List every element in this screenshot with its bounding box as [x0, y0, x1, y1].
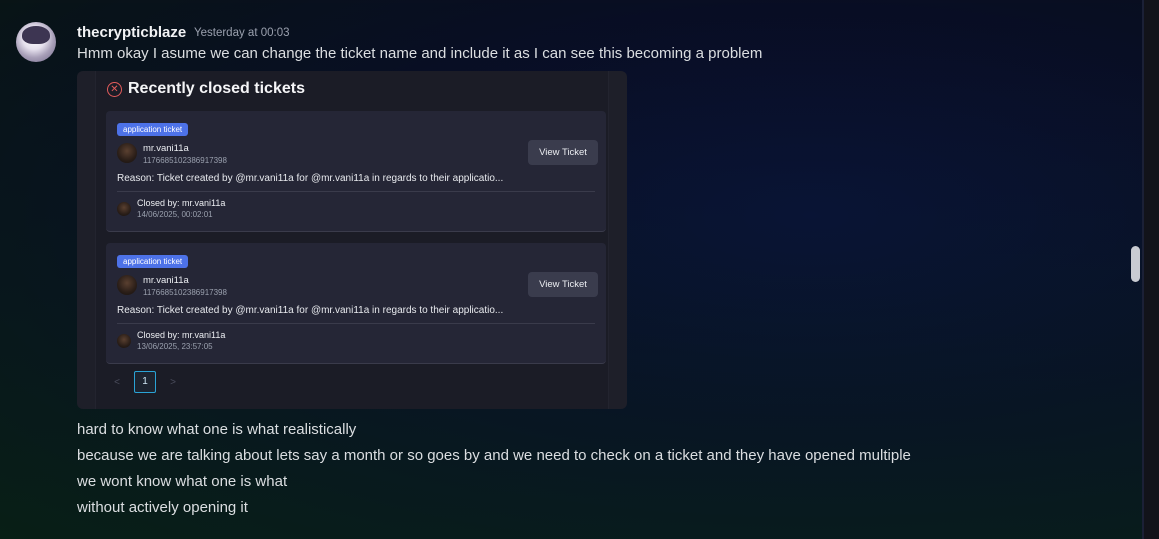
message-line: because we are talking about lets say a … — [77, 447, 911, 464]
message-line: Hmm okay I asume we can change the ticke… — [77, 45, 763, 62]
divider — [117, 323, 595, 324]
ticket-card: application ticket mr.vani11a 1176685102… — [106, 111, 606, 232]
ticket-user-id: 1176685102386917398 — [143, 156, 227, 165]
message-line: without actively opening it — [77, 499, 248, 516]
view-ticket-button[interactable]: View Ticket — [528, 140, 598, 165]
ticket-user-name: mr.vani11a — [143, 143, 189, 154]
scrollbar-thumb[interactable] — [1131, 246, 1140, 282]
closed-by: Closed by: mr.vani11a — [137, 198, 226, 208]
closed-time: 13/06/2025, 23:57:05 — [137, 342, 213, 351]
ticket-user-id: 1176685102386917398 — [143, 288, 227, 297]
message-line: we wont know what one is what — [77, 473, 288, 490]
username[interactable]: thecrypticblaze — [77, 24, 186, 41]
ticket-card: application ticket mr.vani11a 1176685102… — [106, 243, 606, 364]
ticket-reason: Reason: Ticket created by @mr.vani11a fo… — [117, 173, 504, 184]
embed-title: ✕ Recently closed tickets — [107, 80, 305, 98]
avatar-art — [22, 26, 50, 44]
closed-by: Closed by: mr.vani11a — [137, 330, 226, 340]
closer-avatar — [117, 202, 131, 216]
embed-panel: ✕ Recently closed tickets application ti… — [95, 71, 609, 409]
closer-avatar — [117, 334, 131, 348]
chevron-left-icon[interactable]: < — [112, 377, 122, 388]
ticket-reason: Reason: Ticket created by @mr.vani11a fo… — [117, 305, 504, 316]
avatar[interactable] — [16, 22, 56, 62]
closed-time: 14/06/2025, 00:02:01 — [137, 210, 213, 219]
chevron-right-icon[interactable]: > — [168, 377, 178, 388]
close-circle-icon: ✕ — [107, 81, 122, 97]
pagination: < 1 > — [112, 371, 178, 393]
ticket-type-badge: application ticket — [117, 123, 189, 136]
ticket-embed-image[interactable]: ✕ Recently closed tickets application ti… — [77, 71, 627, 409]
user-avatar — [117, 143, 137, 163]
message-timestamp[interactable]: Yesterday at 00:03 — [194, 27, 289, 39]
side-panel-edge — [1144, 0, 1159, 539]
view-ticket-button[interactable]: View Ticket — [528, 272, 598, 297]
ticket-type-badge: application ticket — [117, 255, 189, 268]
ticket-user-name: mr.vani11a — [143, 275, 189, 286]
message-line: hard to know what one is what realistica… — [77, 421, 357, 438]
user-avatar — [117, 275, 137, 295]
page-number-current[interactable]: 1 — [134, 371, 156, 393]
embed-title-text: Recently closed tickets — [128, 80, 305, 97]
divider — [117, 191, 595, 192]
